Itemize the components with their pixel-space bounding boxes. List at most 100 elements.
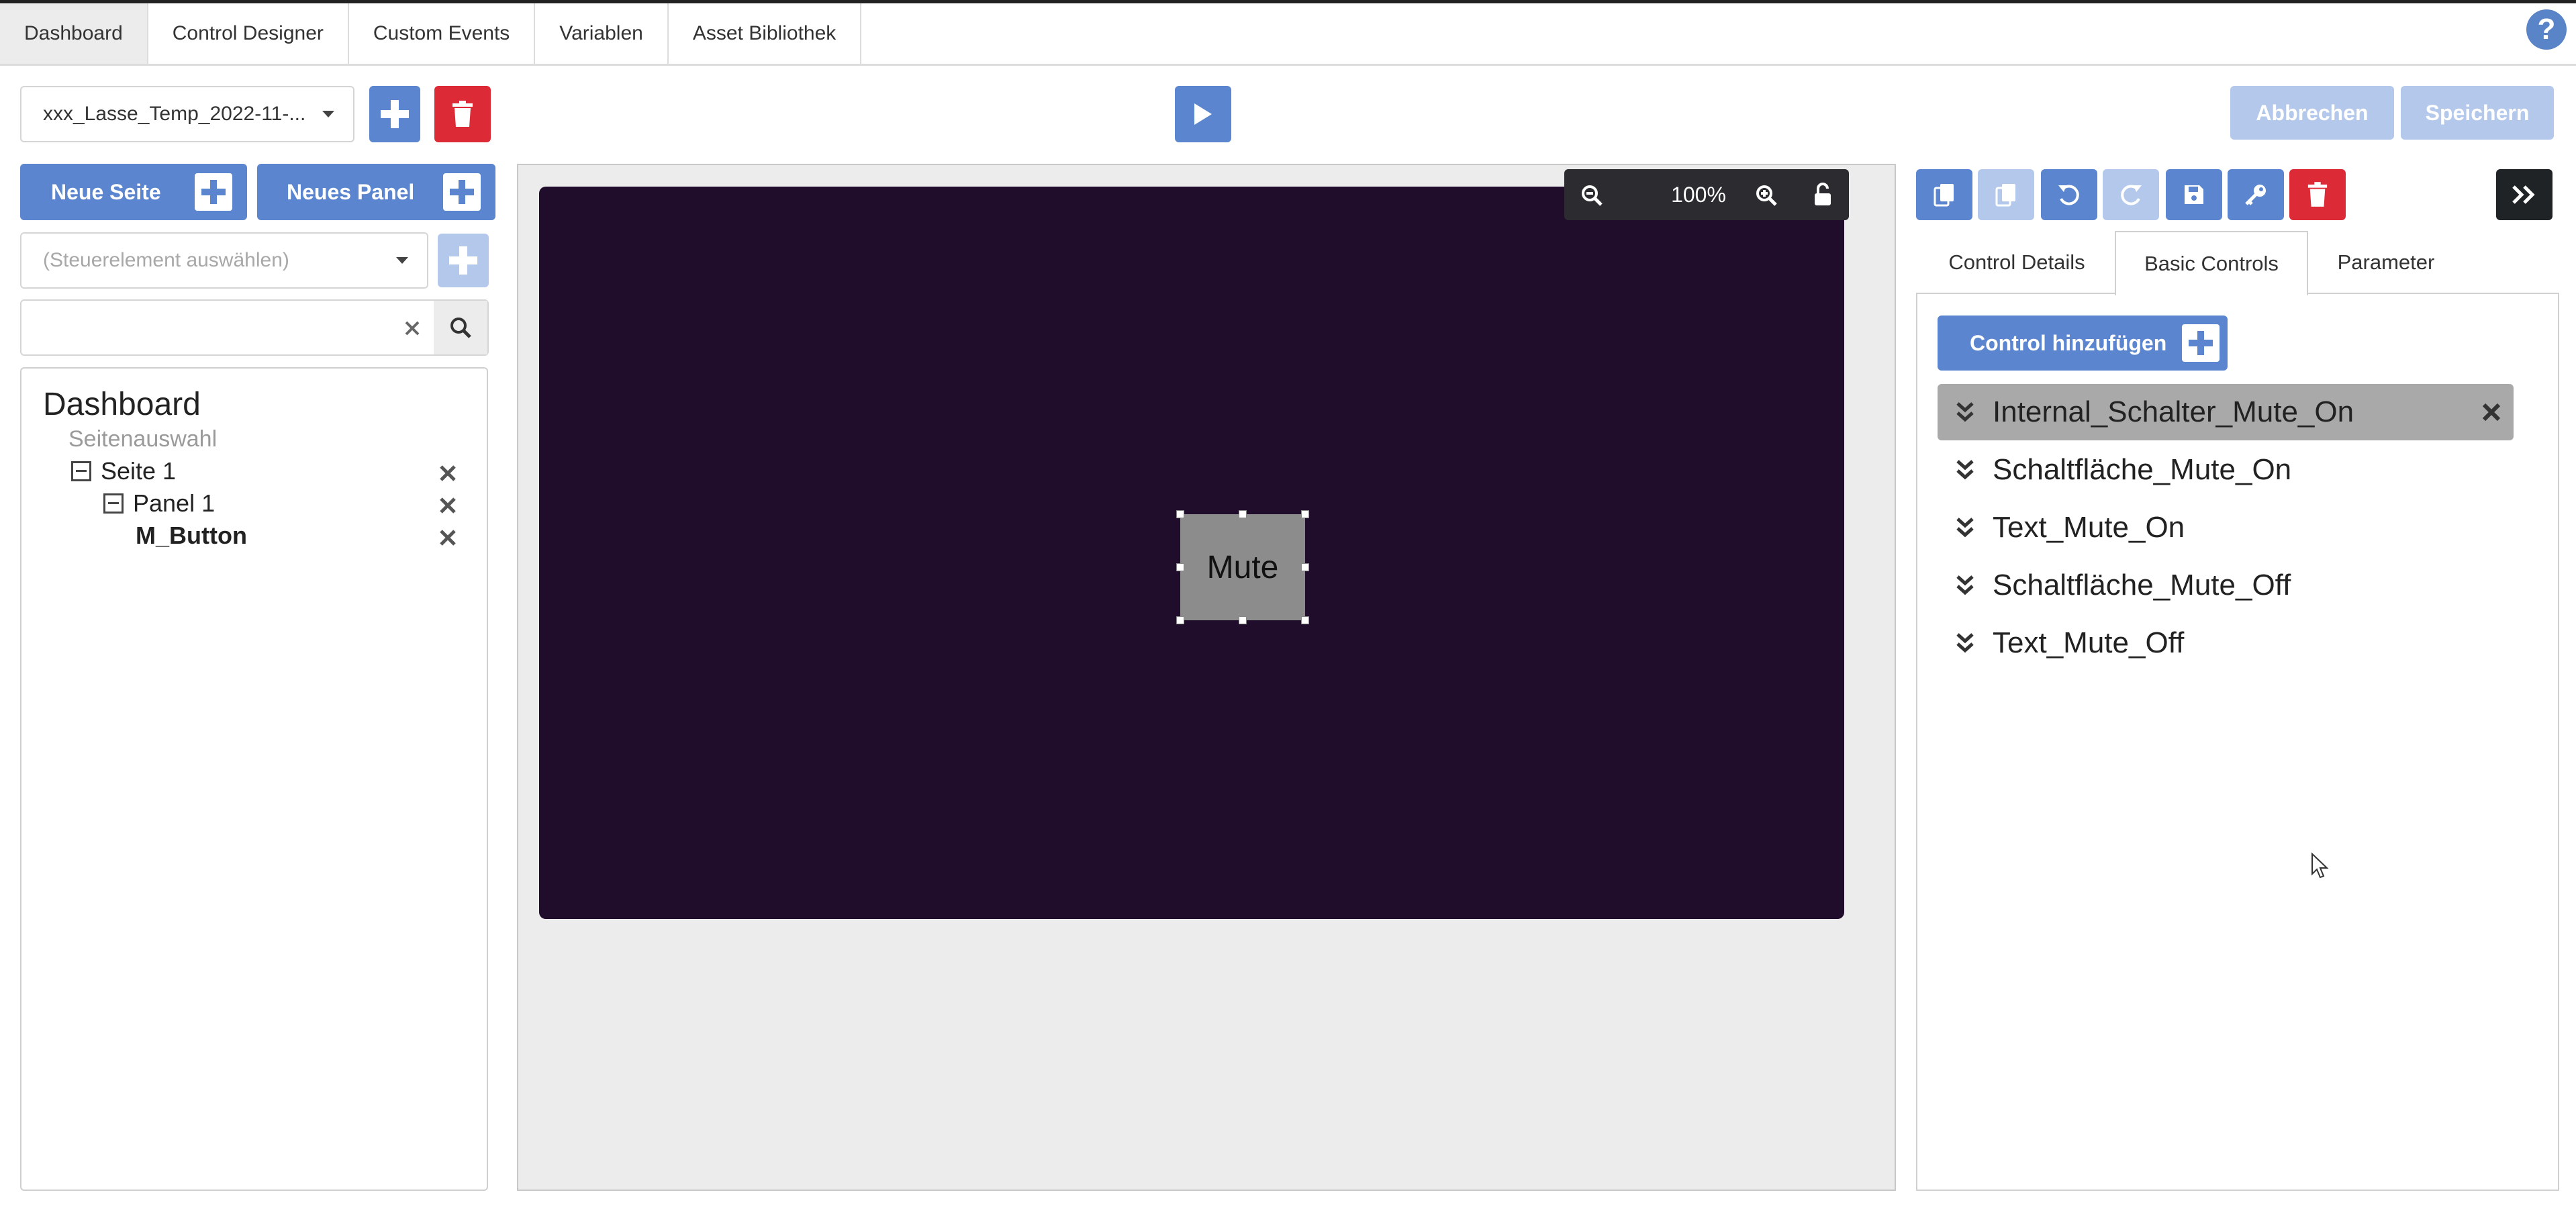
copy-button[interactable]: [1916, 169, 1972, 220]
double-chevron-down-icon[interactable]: [1947, 458, 1983, 481]
new-page-label: Neue Seite: [51, 179, 161, 204]
resize-handle[interactable]: [1301, 563, 1309, 571]
add-basic-control-button[interactable]: Control hinzufügen: [1938, 316, 2228, 371]
double-chevron-down-icon[interactable]: [1947, 574, 1983, 597]
plus-icon: [443, 173, 481, 211]
basic-control-label: Text_Mute_Off: [1993, 626, 2185, 659]
resize-handle[interactable]: [1176, 510, 1184, 518]
plus-icon: [2182, 324, 2220, 362]
tree-item-panel-label: Panel 1: [133, 489, 216, 517]
zoom-in-icon[interactable]: [1755, 184, 1778, 207]
resize-handle[interactable]: [1301, 616, 1309, 624]
tree-item-page[interactable]: Seite 1: [71, 457, 176, 485]
plus-icon: [449, 246, 477, 275]
search-box: [20, 299, 489, 356]
remove-icon[interactable]: [2481, 402, 2501, 422]
tab-asset-bibliothek[interactable]: Asset Bibliothek: [669, 3, 862, 64]
new-panel-button[interactable]: Neues Panel: [257, 164, 495, 220]
basic-control-item[interactable]: Text_Mute_Off: [1938, 615, 2514, 671]
basic-control-label: Text_Mute_On: [1993, 511, 2185, 544]
save-control-button[interactable]: [2166, 169, 2222, 220]
zoom-level: 100%: [1671, 182, 1726, 207]
tab-parameter[interactable]: Parameter: [2309, 231, 2463, 294]
tab-control-details[interactable]: Control Details: [1920, 231, 2113, 294]
plus-icon: [195, 173, 232, 211]
basic-control-label: Internal_Schalter_Mute_On: [1993, 395, 2354, 428]
trash-icon: [2307, 182, 2328, 207]
resize-handle[interactable]: [1239, 510, 1247, 518]
project-select-value: xxx_Lasse_Temp_2022-11-...: [43, 103, 306, 125]
cancel-button-label: Abbrechen: [2256, 100, 2369, 125]
play-button[interactable]: [1175, 86, 1231, 142]
tab-control-details-label: Control Details: [1948, 250, 2085, 274]
delete-page-icon[interactable]: [438, 464, 457, 483]
key-button[interactable]: [2228, 169, 2284, 220]
tree-subtitle[interactable]: Seitenauswahl: [68, 426, 217, 452]
tree-item-control-label: M_Button: [136, 522, 247, 549]
add-control-button[interactable]: [438, 234, 489, 287]
plus-icon: [381, 100, 409, 128]
basic-control-item[interactable]: Text_Mute_On: [1938, 499, 2514, 556]
undo-icon: [2058, 185, 2079, 205]
save-icon: [2185, 185, 2203, 204]
zoom-out-icon[interactable]: [1580, 184, 1603, 207]
double-chevron-down-icon[interactable]: [1947, 632, 1983, 655]
delete-control-icon[interactable]: [438, 528, 457, 547]
collapse-icon[interactable]: [103, 493, 124, 514]
resize-handle[interactable]: [1239, 616, 1247, 624]
search-input[interactable]: [21, 301, 411, 354]
clear-icon[interactable]: [404, 320, 420, 336]
delete-project-button[interactable]: [434, 86, 491, 142]
unlock-icon[interactable]: [1813, 183, 1833, 207]
basic-control-item[interactable]: Schaltfläche_Mute_On: [1938, 442, 2514, 498]
copy-icon: [1934, 184, 1954, 207]
double-chevron-down-icon[interactable]: [1947, 516, 1983, 539]
tree-item-page-label: Seite 1: [101, 457, 177, 485]
help-icon[interactable]: ?: [2526, 9, 2567, 50]
save-button-label: Speichern: [2425, 100, 2530, 125]
undo-button[interactable]: [2041, 169, 2097, 220]
double-chevron-down-icon[interactable]: [1947, 401, 1983, 424]
resize-handle[interactable]: [1301, 510, 1309, 518]
tree-item-control[interactable]: M_Button: [136, 522, 247, 550]
save-button[interactable]: Speichern: [2401, 86, 2554, 140]
delete-panel-icon[interactable]: [438, 496, 457, 515]
search-button[interactable]: [434, 301, 487, 354]
tab-dashboard[interactable]: Dashboard: [0, 3, 148, 64]
tab-variablen[interactable]: Variablen: [535, 3, 669, 64]
resize-handle[interactable]: [1176, 563, 1184, 571]
control-select[interactable]: (Steuerelement auswählen): [20, 232, 428, 289]
paste-icon: [1995, 184, 2015, 207]
basic-control-item[interactable]: Internal_Schalter_Mute_On: [1938, 384, 2514, 440]
search-icon: [450, 318, 471, 338]
mute-button-control[interactable]: Mute: [1180, 514, 1305, 620]
trash-icon: [452, 101, 473, 127]
add-basic-control-label: Control hinzufügen: [1970, 330, 2167, 355]
mute-button-label: Mute: [1206, 549, 1279, 585]
cancel-button[interactable]: Abbrechen: [2230, 86, 2394, 140]
play-icon: [1194, 103, 1212, 125]
tab-parameter-label: Parameter: [2337, 250, 2435, 274]
double-chevron-right-icon: [2512, 185, 2535, 204]
basic-control-label: Schaltfläche_Mute_On: [1993, 453, 2292, 486]
tree-item-panel[interactable]: Panel 1: [103, 489, 215, 518]
tree-title: Dashboard: [43, 387, 201, 422]
tab-custom-events[interactable]: Custom Events: [349, 3, 536, 64]
paste-button[interactable]: [1978, 169, 2034, 220]
new-page-button[interactable]: Neue Seite: [20, 164, 247, 220]
tab-basic-controls[interactable]: Basic Controls: [2115, 231, 2308, 295]
redo-button[interactable]: [2103, 169, 2159, 220]
project-select[interactable]: xxx_Lasse_Temp_2022-11-...: [20, 86, 354, 142]
tab-control-designer[interactable]: Control Designer: [148, 3, 349, 64]
basic-control-item[interactable]: Schaltfläche_Mute_Off: [1938, 557, 2514, 614]
top-nav: Dashboard Control Designer Custom Events…: [0, 0, 2576, 66]
collapse-icon[interactable]: [71, 461, 91, 481]
page-tree: Dashboard Seitenauswahl Seite 1 Panel 1 …: [20, 367, 488, 1191]
basic-control-label: Schaltfläche_Mute_Off: [1993, 569, 2291, 601]
chevron-down-icon: [396, 257, 408, 264]
tab-basic-controls-label: Basic Controls: [2144, 252, 2279, 275]
add-project-button[interactable]: [369, 86, 420, 142]
delete-control-button[interactable]: [2289, 169, 2346, 220]
collapse-panel-button[interactable]: [2496, 169, 2553, 220]
resize-handle[interactable]: [1176, 616, 1184, 624]
